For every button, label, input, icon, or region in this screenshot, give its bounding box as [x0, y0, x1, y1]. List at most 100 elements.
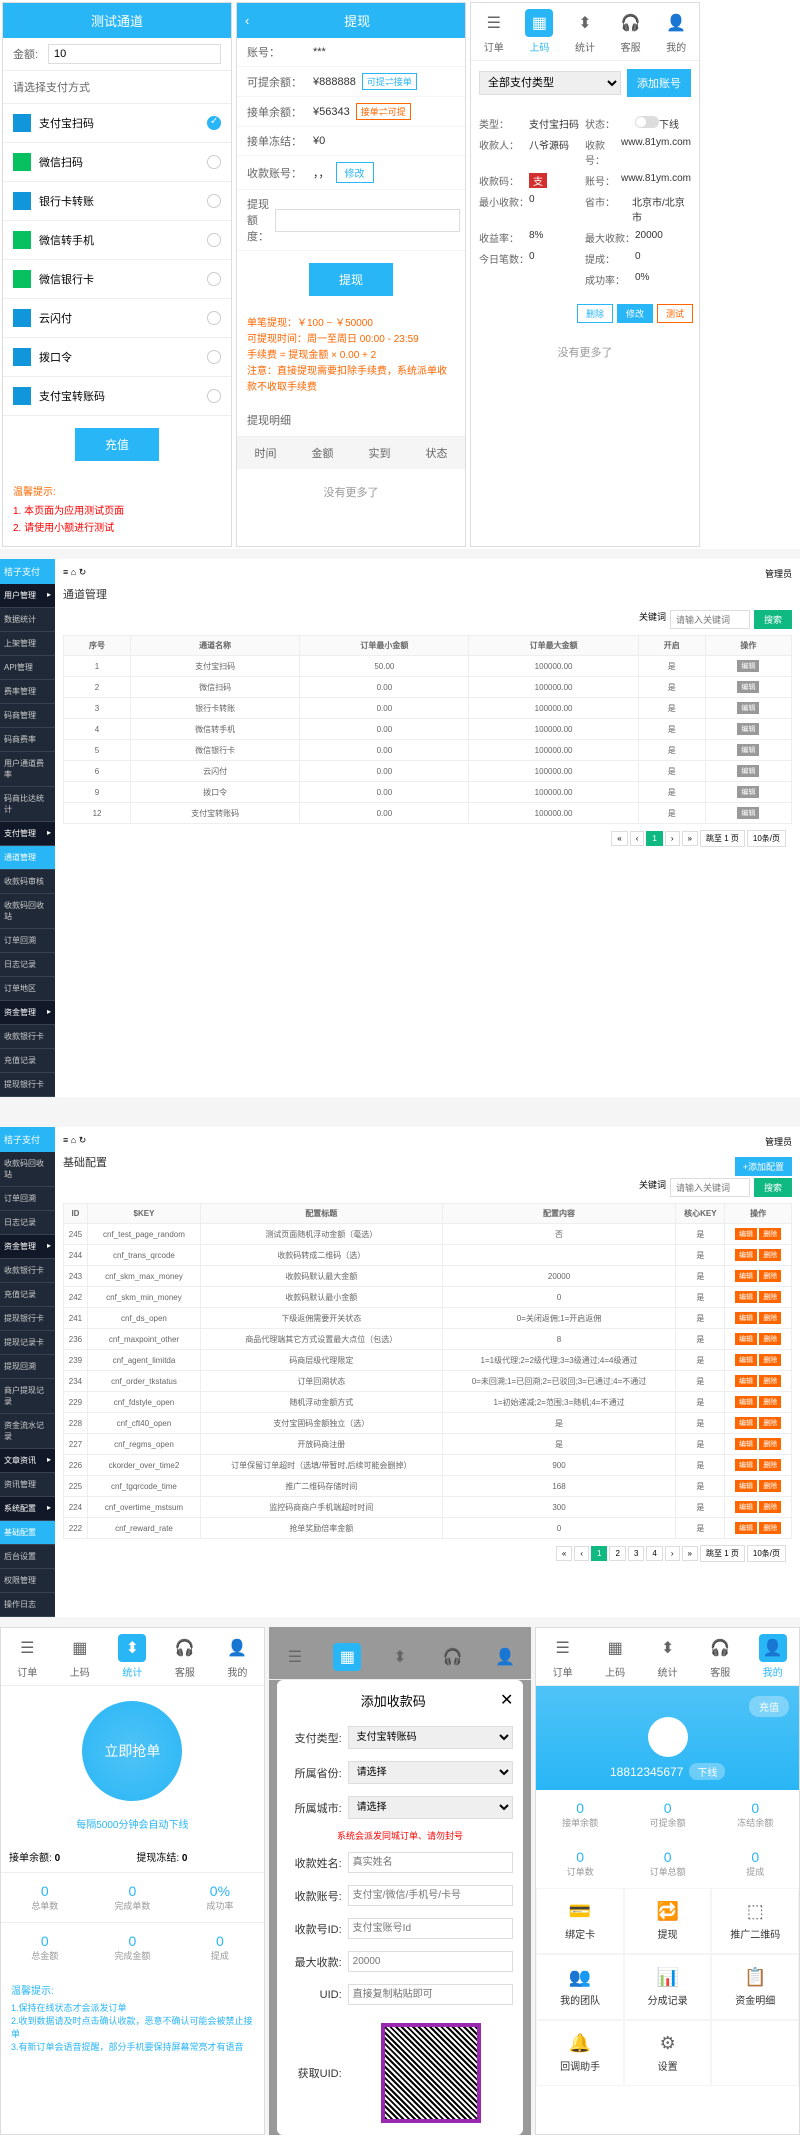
edit-button[interactable]: 编辑	[737, 786, 759, 798]
test-button[interactable]: 测试	[657, 304, 693, 323]
edit-button[interactable]: 编辑	[737, 681, 759, 693]
sidebar-group[interactable]: 资金管理▸	[0, 1235, 55, 1259]
sidebar-item[interactable]: 充值记录	[0, 1049, 55, 1073]
toolbar-icons[interactable]: ≡ ⌂ ↻	[63, 1135, 86, 1148]
sidebar-item[interactable]: 订单地区	[0, 977, 55, 1001]
close-icon[interactable]: ✕	[500, 1690, 513, 1710]
delete-button[interactable]: 删除	[759, 1270, 781, 1282]
edit-button[interactable]: 编辑	[735, 1291, 757, 1303]
sidebar-item[interactable]: 上架管理	[0, 632, 55, 656]
sidebar-item[interactable]: 费率管理	[0, 680, 55, 704]
pager[interactable]: «‹1234›»跳至 1 页10条/页	[63, 1539, 792, 1568]
menu-item[interactable]: ⬚推广二维码	[711, 1888, 799, 1954]
form-select[interactable]: 请选择	[348, 1796, 514, 1819]
pay-option-kouling[interactable]: 拨口令	[3, 338, 231, 377]
search-input[interactable]	[670, 610, 750, 629]
sidebar-item[interactable]: 日志记录	[0, 1211, 55, 1235]
tab-orders[interactable]: ☰订单	[1, 1628, 54, 1685]
menu-item[interactable]: 🔔回调助手	[536, 2020, 624, 2086]
balance-tag[interactable]: 可提⇌接单	[362, 73, 417, 90]
tab-upload[interactable]: ▦上码	[54, 1628, 107, 1685]
sidebar-item[interactable]: 充值记录	[0, 1283, 55, 1307]
sidebar-item[interactable]: 权限管理	[0, 1569, 55, 1593]
edit-button[interactable]: 编辑	[737, 702, 759, 714]
tab-upload[interactable]: ▦上码	[517, 3, 563, 60]
edit-button[interactable]: 编辑	[735, 1333, 757, 1345]
sidebar-group[interactable]: 文章资讯▸	[0, 1449, 55, 1473]
sidebar-item[interactable]: 用户通道费率	[0, 752, 55, 787]
sidebar-item[interactable]: 码商费率	[0, 728, 55, 752]
sidebar-item[interactable]: 收款码回收站	[0, 894, 55, 929]
edit-button[interactable]: 编辑	[737, 765, 759, 777]
tab-mine[interactable]: 👤	[479, 1637, 532, 1679]
back-icon[interactable]: ‹	[245, 13, 249, 28]
edit-button[interactable]: 编辑	[737, 744, 759, 756]
form-input[interactable]	[348, 1918, 514, 1939]
status-toggle[interactable]	[635, 116, 659, 128]
menu-item[interactable]: 📊分成记录	[624, 1954, 712, 2020]
sidebar-item[interactable]: 提现回溯	[0, 1355, 55, 1379]
edit-button[interactable]: 编辑	[735, 1354, 757, 1366]
tab-service[interactable]: 🎧客服	[608, 3, 654, 60]
paytype-select[interactable]: 全部支付类型	[479, 71, 621, 95]
sidebar-item[interactable]: 商户提现记录	[0, 1379, 55, 1414]
edit-button[interactable]: 编辑	[735, 1459, 757, 1471]
edit-button[interactable]: 编辑	[735, 1417, 757, 1429]
pay-option-wechat-scan[interactable]: 微信扫码	[3, 143, 231, 182]
sidebar-item[interactable]: 收款银行卡	[0, 1259, 55, 1283]
sidebar-item[interactable]: 操作日志	[0, 1593, 55, 1617]
modify-button[interactable]: 修改	[336, 162, 374, 183]
sidebar-item[interactable]: 数据统计	[0, 608, 55, 632]
form-select[interactable]: 支付宝转账码	[348, 1726, 514, 1749]
edit-button[interactable]: 编辑	[735, 1228, 757, 1240]
tab-orders[interactable]: ☰订单	[536, 1628, 589, 1685]
sidebar-item[interactable]: 收款银行卡	[0, 1025, 55, 1049]
user-role[interactable]: 管理员	[765, 567, 792, 580]
edit-button[interactable]: 编辑	[735, 1438, 757, 1450]
edit-button[interactable]: 编辑	[735, 1480, 757, 1492]
tab-stats[interactable]: ⬍统计	[562, 3, 608, 60]
delete-button[interactable]: 删除	[759, 1501, 781, 1513]
sidebar-item[interactable]: API管理	[0, 656, 55, 680]
grab-button[interactable]: 立即抢单	[82, 1701, 182, 1801]
edit-button[interactable]: 编辑	[735, 1249, 757, 1261]
tab-service[interactable]: 🎧客服	[694, 1628, 747, 1685]
pay-option-wx-bank[interactable]: 微信银行卡	[3, 260, 231, 299]
menu-item[interactable]: 👥我的团队	[536, 1954, 624, 2020]
withdraw-button[interactable]: 提现	[309, 263, 393, 296]
delete-button[interactable]: 删除	[759, 1438, 781, 1450]
menu-item[interactable]: 🔁提现	[624, 1888, 712, 1954]
menu-item[interactable]: 📋资金明细	[711, 1954, 799, 2020]
tab-upload[interactable]: ▦	[321, 1637, 374, 1679]
tab-stats[interactable]: ⬍统计	[641, 1628, 694, 1685]
sidebar-group[interactable]: 系统配置▸	[0, 1497, 55, 1521]
sidebar-item[interactable]: 收款码回收站	[0, 1152, 55, 1187]
tab-mine[interactable]: 👤我的	[653, 3, 699, 60]
menu-item[interactable]: 💳绑定卡	[536, 1888, 624, 1954]
sidebar-item[interactable]: 码商管理	[0, 704, 55, 728]
sidebar-item[interactable]: 日志记录	[0, 953, 55, 977]
pay-option-ali-transfer[interactable]: 支付宝转账码	[3, 377, 231, 416]
delete-button[interactable]: 删除	[759, 1522, 781, 1534]
amount-input[interactable]	[48, 44, 221, 64]
tab-orders[interactable]: ☰	[269, 1637, 322, 1679]
delete-button[interactable]: 删除	[759, 1459, 781, 1471]
toolbar-icons[interactable]: ≡ ⌂ ↻	[63, 567, 86, 580]
user-role[interactable]: 管理员	[765, 1135, 792, 1148]
delete-button[interactable]: 删除	[759, 1312, 781, 1324]
tab-mine[interactable]: 👤我的	[746, 1628, 799, 1685]
tab-mine[interactable]: 👤我的	[211, 1628, 264, 1685]
sidebar-item[interactable]: 收款码审核	[0, 870, 55, 894]
delete-button[interactable]: 删除	[759, 1333, 781, 1345]
sidebar-item[interactable]: 后台设置	[0, 1545, 55, 1569]
delete-button[interactable]: 删除	[759, 1354, 781, 1366]
form-input[interactable]	[348, 1852, 514, 1873]
form-input[interactable]	[348, 1984, 514, 2005]
offline-badge[interactable]: 下线	[689, 1763, 725, 1780]
add-config-button[interactable]: +添加配置	[735, 1157, 792, 1176]
edit-button[interactable]: 编辑	[735, 1501, 757, 1513]
edit-button[interactable]: 编辑	[735, 1270, 757, 1282]
pay-option-alipay-scan[interactable]: 支付宝扫码	[3, 104, 231, 143]
edit-button[interactable]: 编辑	[737, 807, 759, 819]
delete-button[interactable]: 删除	[759, 1291, 781, 1303]
